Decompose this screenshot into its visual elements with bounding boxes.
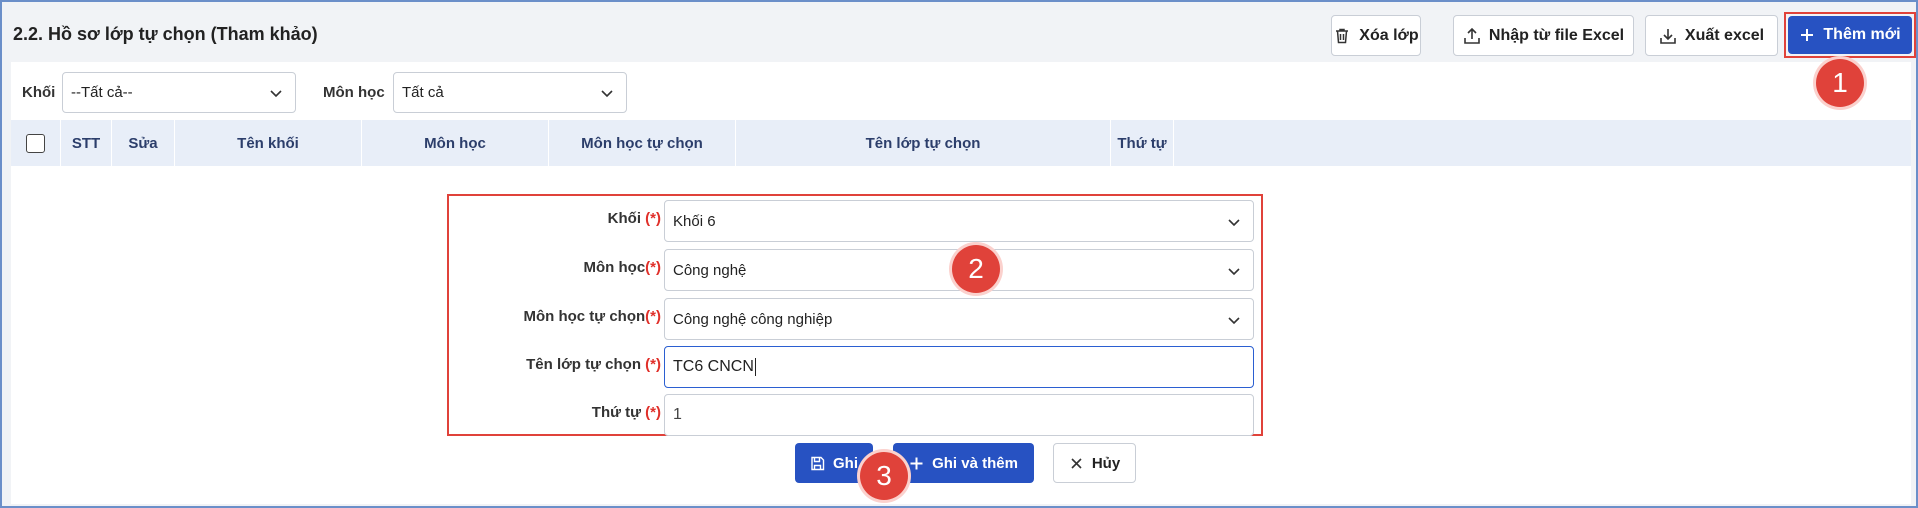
save-and-add-button[interactable]: Ghi và thêm bbox=[893, 443, 1034, 483]
column-header-mon-hoc-tu-chon[interactable]: Môn học tự chọn bbox=[549, 120, 736, 166]
mon-hoc-tu-chon-select-value: Công nghệ công nghiệp bbox=[673, 310, 833, 328]
import-excel-button[interactable]: Nhập từ file Excel bbox=[1453, 15, 1634, 56]
filter-monhoc-value: Tất cả bbox=[402, 84, 444, 101]
add-new-label: Thêm mới bbox=[1823, 26, 1901, 43]
download-icon bbox=[1660, 28, 1676, 44]
form-label-thu-tu-text: Thứ tự bbox=[591, 404, 646, 421]
add-new-highlight: Thêm mới bbox=[1784, 12, 1916, 58]
chevron-down-icon bbox=[270, 90, 282, 98]
upload-icon bbox=[1464, 27, 1480, 44]
trash-icon bbox=[1336, 28, 1349, 43]
thu-tu-input-value: 1 bbox=[673, 406, 682, 423]
form-row-khoi: Khối (*) Khối 6 bbox=[449, 198, 1261, 242]
thu-tu-input[interactable]: 1 bbox=[664, 394, 1254, 436]
form-label-khoi-text: Khối bbox=[607, 210, 646, 227]
column-header-stt[interactable]: STT bbox=[61, 120, 112, 166]
close-icon bbox=[1071, 457, 1082, 469]
grid-select-all-cell bbox=[11, 120, 61, 166]
form-row-mon-hoc-tu-chon: Môn học tự chọn(*) Công nghệ công nghiệp bbox=[449, 296, 1261, 340]
required-mark: (*) bbox=[645, 308, 661, 325]
filter-khoi-label: Khối bbox=[22, 84, 56, 101]
form-label-thu-tu: Thứ tự (*) bbox=[592, 404, 661, 421]
form-label-ten-lop: Tên lớp tự chọn (*) bbox=[526, 356, 661, 373]
filter-monhoc-select[interactable]: Tất cả bbox=[393, 72, 627, 113]
plus-icon bbox=[910, 457, 923, 469]
ten-lop-input[interactable]: TC6 CNCN bbox=[664, 346, 1254, 388]
step-badge-2: 2 bbox=[952, 245, 1000, 293]
column-header-sua[interactable]: Sửa bbox=[112, 120, 175, 166]
chevron-down-icon bbox=[1228, 268, 1240, 276]
form-label-mon-hoc: Môn học(*) bbox=[584, 259, 661, 276]
plus-icon bbox=[1801, 29, 1814, 41]
khoi-select-value: Khối 6 bbox=[673, 212, 716, 230]
filter-monhoc-label: Môn học bbox=[323, 84, 385, 101]
form-row-thu-tu: Thứ tự (*) 1 bbox=[449, 392, 1261, 436]
form-label-ten-lop-text: Tên lớp tự chọn bbox=[526, 356, 646, 373]
khoi-select[interactable]: Khối 6 bbox=[664, 200, 1254, 242]
chevron-down-icon bbox=[1228, 219, 1240, 227]
column-header-mon-hoc[interactable]: Môn học bbox=[362, 120, 549, 166]
required-mark: (*) bbox=[645, 356, 661, 373]
column-header-thu-tu[interactable]: Thứ tự bbox=[1111, 120, 1174, 166]
add-new-button[interactable]: Thêm mới bbox=[1788, 16, 1912, 54]
delete-class-button[interactable]: Xóa lớp bbox=[1331, 15, 1421, 56]
select-all-checkbox[interactable] bbox=[26, 133, 45, 153]
form-row-mon-hoc: Môn học(*) Công nghệ bbox=[449, 247, 1261, 291]
column-header-ten-khoi[interactable]: Tên khối bbox=[175, 120, 362, 166]
chevron-down-icon bbox=[601, 90, 613, 98]
page-header: 2.2. Hồ sơ lớp tự chọn (Tham khảo) Xóa l… bbox=[2, 2, 1916, 62]
text-cursor bbox=[754, 358, 756, 376]
form-label-mon-hoc-tu-chon-text: Môn học tự chọn bbox=[523, 308, 646, 325]
step-badge-1: 1 bbox=[1816, 59, 1864, 107]
chevron-down-icon bbox=[1228, 317, 1240, 325]
cancel-button[interactable]: Hủy bbox=[1053, 443, 1136, 483]
mon-hoc-tu-chon-select[interactable]: Công nghệ công nghiệp bbox=[664, 298, 1254, 340]
form-row-ten-lop: Tên lớp tự chọn (*) TC6 CNCN bbox=[449, 344, 1261, 388]
column-header-ten-lop-tu-chon[interactable]: Tên lớp tự chọn bbox=[736, 120, 1111, 166]
delete-class-label: Xóa lớp bbox=[1359, 26, 1419, 44]
filter-khoi-select[interactable]: --Tất cả-- bbox=[62, 72, 296, 113]
page-title: 2.2. Hồ sơ lớp tự chọn (Tham khảo) bbox=[13, 24, 318, 44]
ten-lop-input-value: TC6 CNCN bbox=[673, 358, 754, 375]
import-excel-label: Nhập từ file Excel bbox=[1488, 26, 1625, 44]
export-excel-label: Xuất excel bbox=[1684, 26, 1765, 44]
save-and-add-label: Ghi và thêm bbox=[932, 454, 1018, 472]
export-excel-button[interactable]: Xuất excel bbox=[1645, 15, 1778, 56]
cancel-label: Hủy bbox=[1091, 454, 1121, 472]
form-label-mon-hoc-text: Môn học bbox=[583, 259, 646, 276]
step-badge-3: 3 bbox=[860, 452, 908, 500]
required-mark: (*) bbox=[645, 404, 661, 421]
required-mark: (*) bbox=[645, 210, 661, 227]
save-icon bbox=[811, 456, 825, 470]
required-mark: (*) bbox=[645, 259, 661, 276]
inline-edit-form: Khối (*) Khối 6 Môn học(*) Công nghệ Môn… bbox=[447, 194, 1263, 436]
grid-header: STT Sửa Tên khối Môn học Môn học tự chọn… bbox=[11, 120, 1911, 166]
form-label-khoi: Khối (*) bbox=[608, 210, 661, 227]
form-label-mon-hoc-tu-chon: Môn học tự chọn(*) bbox=[523, 308, 661, 325]
mon-hoc-select-value: Công nghệ bbox=[673, 261, 747, 279]
save-label: Ghi bbox=[833, 454, 858, 472]
filter-khoi-value: --Tất cả-- bbox=[71, 84, 133, 101]
